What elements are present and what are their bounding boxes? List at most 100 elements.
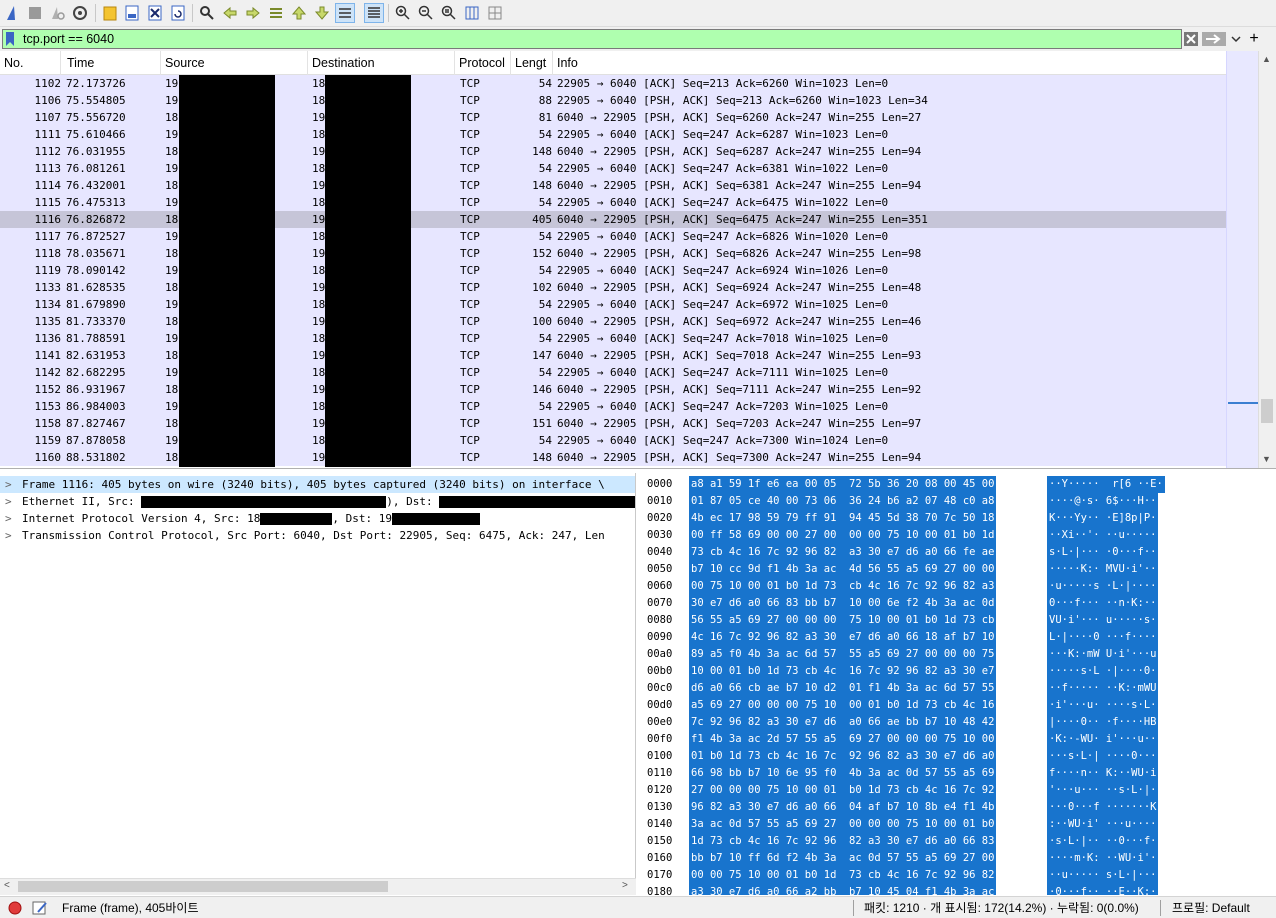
bytes-row[interactable]: 0060 00 75 10 00 01 b0 1d 73 cb 4c 16 7c … [639,578,1276,595]
clear-filter-icon[interactable] [1182,29,1200,49]
stop-capture-icon[interactable] [25,3,45,23]
go-forward-icon[interactable] [243,3,263,23]
auto-scroll-icon[interactable] [335,3,355,23]
resize-columns-icon[interactable] [462,3,482,23]
packet-list-scroll-thumb[interactable] [1261,399,1273,423]
colorize-icon[interactable] [364,3,384,23]
bytes-hex[interactable]: a8 a1 59 1f e6 ea 00 05 72 5b 36 20 08 0… [689,476,997,493]
bytes-ascii[interactable]: ···K:·mW U·i'···u [1047,646,1159,663]
bytes-ascii[interactable]: ··f····· ··K:·mWU [1047,680,1159,697]
capture-comment-icon[interactable] [32,900,48,918]
bytes-row[interactable]: 0170 00 00 75 10 00 01 b0 1d 73 cb 4c 16 … [639,867,1276,884]
bytes-ascii[interactable]: ····m·K: ··WU·i'· [1047,850,1159,867]
bytes-row[interactable]: 00c0 d6 a0 66 cb ae b7 10 d2 01 f1 4b 3a … [639,680,1276,697]
bytes-hex[interactable]: 96 82 a3 30 e7 d6 a0 66 04 af b7 10 8b e… [689,799,997,816]
open-file-icon[interactable] [100,3,120,23]
bytes-hex[interactable]: a3 30 e7 d6 a0 66 a2 bb b7 10 45 04 f1 4… [689,884,997,895]
bytes-row[interactable]: 0000 a8 a1 59 1f e6 ea 00 05 72 5b 36 20 … [639,476,1276,493]
bytes-hex[interactable]: 30 e7 d6 a0 66 83 bb b7 10 00 6e f2 4b 3… [689,595,997,612]
apply-filter-icon[interactable] [1201,29,1227,49]
bytes-row[interactable]: 0070 30 e7 d6 a0 66 83 bb b7 10 00 6e f2 … [639,595,1276,612]
go-last-icon[interactable] [312,3,332,23]
bytes-row[interactable]: 0110 66 98 bb b7 10 6e 95 f0 4b 3a ac 0d … [639,765,1276,782]
bytes-hex[interactable]: 00 75 10 00 01 b0 1d 73 cb 4c 16 7c 92 9… [689,578,997,595]
expert-info-icon[interactable] [8,900,22,918]
bytes-row[interactable]: 00e0 7c 92 96 82 a3 30 e7 d6 a0 66 ae bb … [639,714,1276,731]
bytes-hex[interactable]: 4c 16 7c 92 96 82 a3 30 e7 d6 a0 66 18 a… [689,629,997,646]
bytes-ascii[interactable]: ··Y····· r[6 ··E· [1047,476,1165,493]
bytes-hex[interactable]: 10 00 01 b0 1d 73 cb 4c 16 7c 92 96 82 a… [689,663,997,680]
column-header-info[interactable]: Info [553,51,1226,75]
bytes-hex[interactable]: 73 cb 4c 16 7c 92 96 82 a3 30 e7 d6 a0 6… [689,544,997,561]
bytes-hex[interactable]: 27 00 00 00 75 10 00 01 b0 1d 73 cb 4c 1… [689,782,997,799]
expand-chevron-icon[interactable]: > [5,510,12,527]
restart-capture-icon[interactable] [47,3,67,23]
capture-options-icon[interactable] [70,3,90,23]
bytes-ascii[interactable]: ·u·····s ·L·|···· [1047,578,1159,595]
bytes-ascii[interactable]: ·K:·-WU· i'···u·· [1047,731,1159,748]
column-header-length[interactable]: Lengt [511,51,553,75]
bytes-hex[interactable]: bb b7 10 ff 6d f2 4b 3a ac 0d 57 55 a5 6… [689,850,997,867]
bytes-row[interactable]: 00f0 f1 4b 3a ac 2d 57 55 a5 69 27 00 00 … [639,731,1276,748]
bookmark-icon[interactable] [5,32,19,46]
scroll-left-icon[interactable]: < [4,880,10,891]
bytes-row[interactable]: 0020 4b ec 17 98 59 79 ff 91 94 45 5d 38 … [639,510,1276,527]
reload-file-icon[interactable] [168,3,188,23]
go-back-icon[interactable] [220,3,240,23]
bytes-row[interactable]: 0100 01 b0 1d 73 cb 4c 16 7c 92 96 82 a3 … [639,748,1276,765]
bytes-row[interactable]: 00d0 a5 69 27 00 00 00 75 10 00 01 b0 1d … [639,697,1276,714]
bytes-ascii[interactable]: ·i'···u· ····s·L· [1047,697,1159,714]
bytes-hex[interactable]: f1 4b 3a ac 2d 57 55 a5 69 27 00 00 00 7… [689,731,997,748]
layout-icon[interactable] [485,3,505,23]
find-packet-icon[interactable] [197,3,217,23]
bytes-ascii[interactable]: ···0···f ·······K [1047,799,1159,816]
bytes-ascii[interactable]: K···Yy·· ·E]8p|P· [1047,510,1159,527]
bytes-hex[interactable]: 01 87 05 ce 40 00 73 06 36 24 b6 a2 07 4… [689,493,997,510]
bytes-hex[interactable]: 00 ff 58 69 00 00 27 00 00 00 75 10 00 0… [689,527,997,544]
bytes-row[interactable]: 0080 56 55 a5 69 27 00 00 00 75 10 00 01 … [639,612,1276,629]
bytes-row[interactable]: 0050 b7 10 cc 9d f1 4b 3a ac 4d 56 55 a5 … [639,561,1276,578]
detail-frame-row[interactable]: > Frame 1116: 405 bytes on wire (3240 bi… [0,476,635,493]
bytes-ascii[interactable]: ·0···f·· ··E··K:· [1047,884,1159,895]
bytes-row[interactable]: 0120 27 00 00 00 75 10 00 01 b0 1d 73 cb … [639,782,1276,799]
bytes-ascii[interactable]: f····n·· K:··WU·i [1047,765,1159,782]
save-file-icon[interactable] [122,3,142,23]
bytes-hex[interactable]: 00 00 75 10 00 01 b0 1d 73 cb 4c 16 7c 9… [689,867,997,884]
expand-chevron-icon[interactable]: > [5,527,12,544]
column-header-destination[interactable]: Destination [308,51,455,75]
bytes-ascii[interactable]: |····0·· ·f····HB [1047,714,1159,731]
bytes-row[interactable]: 0140 3a ac 0d 57 55 a5 69 27 00 00 00 75 … [639,816,1276,833]
bytes-row[interactable]: 00a0 89 a5 f0 4b 3a ac 6d 57 55 a5 69 27 … [639,646,1276,663]
bytes-hex[interactable]: 66 98 bb b7 10 6e 95 f0 4b 3a ac 0d 57 5… [689,765,997,782]
bytes-hex[interactable]: 56 55 a5 69 27 00 00 00 75 10 00 01 b0 1… [689,612,997,629]
scroll-down-icon[interactable]: ▼ [1262,454,1271,464]
status-profile[interactable]: 프로필: Default [1172,897,1250,918]
bytes-row[interactable]: 0090 4c 16 7c 92 96 82 a3 30 e7 d6 a0 66 … [639,629,1276,646]
packet-minimap[interactable] [1226,51,1258,468]
column-header-time[interactable]: Time [63,51,161,75]
scroll-up-icon[interactable]: ▲ [1262,54,1271,64]
bytes-ascii[interactable]: ···s·L·| ····0··· [1047,748,1159,765]
bytes-hex[interactable]: a5 69 27 00 00 00 75 10 00 01 b0 1d 73 c… [689,697,997,714]
bytes-row[interactable]: 0130 96 82 a3 30 e7 d6 a0 66 04 af b7 10 … [639,799,1276,816]
zoom-in-icon[interactable] [393,3,413,23]
bytes-ascii[interactable]: ·····K:· MVU·i'·· [1047,561,1159,578]
shark-fin-start-icon[interactable] [3,3,23,23]
detail-tcp-row[interactable]: > Transmission Control Protocol, Src Por… [0,527,635,544]
detail-ip-row[interactable]: > Internet Protocol Version 4, Src: 18 , … [0,510,635,527]
column-header-source[interactable]: Source [161,51,308,75]
bytes-hex[interactable]: 7c 92 96 82 a3 30 e7 d6 a0 66 ae bb b7 1… [689,714,997,731]
go-to-packet-icon[interactable] [266,3,286,23]
bytes-ascii[interactable]: ··Xi··'· ··u····· [1047,527,1159,544]
bytes-ascii[interactable]: ·s·L·|·· ··0···f· [1047,833,1159,850]
go-first-icon[interactable] [289,3,309,23]
bytes-ascii[interactable]: :··WU·i' ···u···· [1047,816,1159,833]
bytes-ascii[interactable]: L·|····0 ···f···· [1047,629,1159,646]
filter-history-dropdown-icon[interactable] [1229,29,1243,49]
bytes-ascii[interactable]: '···u··· ··s·L·|· [1047,782,1159,799]
bytes-hex[interactable]: 3a ac 0d 57 55 a5 69 27 00 00 00 75 10 0… [689,816,997,833]
bytes-row[interactable]: 00b0 10 00 01 b0 1d 73 cb 4c 16 7c 92 96 … [639,663,1276,680]
bytes-ascii[interactable]: s·L·|··· ·0···f·· [1047,544,1159,561]
expand-chevron-icon[interactable]: > [5,476,12,493]
bytes-hex[interactable]: b7 10 cc 9d f1 4b 3a ac 4d 56 55 a5 69 2… [689,561,997,578]
